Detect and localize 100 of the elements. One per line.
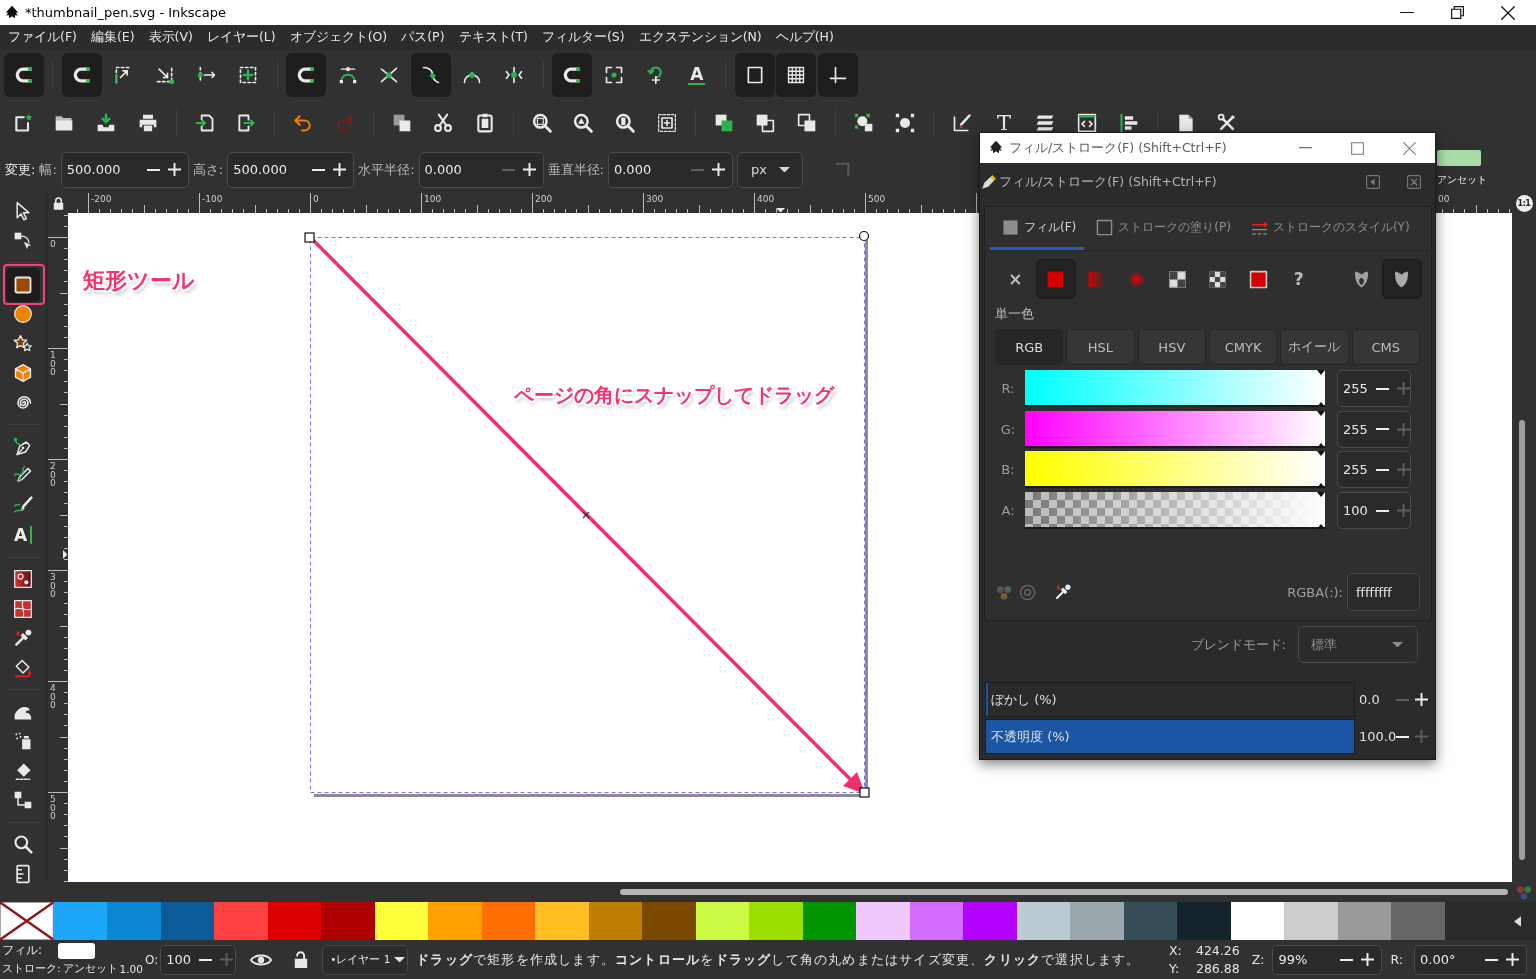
node-dots-icon[interactable] [895,113,916,133]
layers-icon[interactable] [1035,113,1056,133]
swatch-icon[interactable] [267,902,321,940]
connector-icon[interactable] [13,790,33,811]
swatch-icon[interactable] [1016,902,1070,940]
unit-dropdown[interactable]: px [736,151,803,188]
number-field[interactable]: 0.000 [418,151,544,188]
group-icon[interactable] [755,113,776,133]
plus-icon[interactable] [1361,953,1375,966]
maximize-icon[interactable] [1351,141,1364,155]
ring-icon[interactable] [1019,583,1036,601]
minus-icon[interactable] [1375,468,1389,471]
arrow-box-icon[interactable] [1366,175,1380,189]
gradient-icon[interactable] [13,569,33,590]
number-field[interactable]: 100 [160,944,237,975]
printer-icon[interactable] [137,113,158,133]
plus-icon[interactable] [333,163,347,176]
scissors-icon[interactable] [433,113,454,133]
color-circles-icon[interactable] [1515,884,1533,900]
swatch-icon[interactable] [214,902,268,940]
swatch-icon[interactable] [321,902,375,940]
number-field[interactable]: 255 [1337,370,1411,407]
plus-icon[interactable] [1506,953,1519,966]
slider-thumb[interactable] [1317,492,1325,530]
snap-toggle-button[interactable] [3,53,44,97]
blend-mode-dropdown[interactable]: 標準 [1298,626,1418,663]
spray-can-icon[interactable] [13,731,33,752]
swatch-icon[interactable] [428,902,482,940]
minus-icon[interactable] [1485,958,1498,961]
swatch-icon[interactable] [749,902,803,940]
swatch-icon[interactable] [695,902,749,940]
swatch-icon[interactable] [481,902,535,940]
crossed-swatch-icon[interactable] [0,902,54,940]
menu-item[interactable]: 編集(E) [83,29,142,46]
dropper-icon[interactable] [1054,583,1072,601]
tab[interactable]: ストロークのスタイル(Y) [1238,207,1418,250]
swatch-icon[interactable] [909,902,963,940]
swatch-icon[interactable] [856,902,910,940]
paint-bucket-icon[interactable] [13,657,33,678]
plus-icon[interactable] [711,163,725,176]
brush-frame-icon[interactable] [952,113,973,133]
export-icon[interactable] [236,113,257,133]
new-document-icon[interactable] [12,113,33,133]
swatch-icon[interactable] [1177,902,1231,940]
corner-dot-icon[interactable] [154,65,175,85]
layer-dropdown[interactable]: •レイヤー 1 [322,944,409,975]
align-left-icon[interactable] [1118,113,1139,133]
download-icon[interactable] [96,113,116,133]
color-mode-tab[interactable]: HSL [1066,329,1135,365]
ungroup-icon[interactable] [796,113,817,133]
menu-item[interactable]: 表示(V) [141,29,200,46]
plus-icon[interactable] [1415,693,1428,706]
clipboard-icon[interactable] [474,113,495,133]
style-swatch-icon[interactable] [1437,150,1481,166]
swatch-icon[interactable] [1337,902,1391,940]
menu-item[interactable]: ファイル(F) [1,29,84,46]
color-mode-tab[interactable]: CMS [1351,329,1420,365]
copy-icon[interactable] [391,113,412,133]
stacked-squares-icon[interactable] [713,113,734,133]
import-icon[interactable] [194,113,215,133]
pointer-icon[interactable] [13,201,33,221]
tab[interactable]: ストロークの塗り(P) [1084,207,1239,250]
channel-slider[interactable] [1025,410,1325,448]
restore-icon[interactable] [1451,6,1464,19]
curve-nodes-icon[interactable] [337,65,358,85]
swatch-icon[interactable] [374,902,428,940]
color-mode-tab[interactable]: ホイール [1280,329,1349,365]
minus-icon[interactable] [146,168,160,171]
minus-icon[interactable] [1375,428,1389,431]
swatch-icon[interactable] [1248,269,1268,289]
folder-icon[interactable] [54,113,75,133]
triangle-left-icon[interactable] [1514,915,1521,927]
swatch-icon[interactable] [1230,902,1284,940]
swatch-icon[interactable] [963,902,1017,940]
cross-icon[interactable]: × [1008,270,1023,288]
corner-handle[interactable] [859,787,870,798]
snap-toggle-button[interactable] [286,53,327,97]
number-field[interactable]: 255 [1337,451,1411,489]
ruler-icon[interactable] [13,863,33,884]
swatch-icon[interactable] [58,942,95,959]
swatch-icon[interactable] [802,902,856,940]
snap-toggle-button[interactable] [552,53,593,97]
slider-thumb[interactable] [1317,370,1325,407]
minus-icon[interactable] [1340,958,1354,961]
minus-icon[interactable] [1375,509,1389,512]
channel-slider[interactable] [1025,451,1325,489]
star-icon[interactable] [13,333,33,354]
menu-item[interactable]: フィルター(S) [534,29,632,46]
magnifier-icon[interactable] [13,834,33,855]
menu-item[interactable]: テキスト(T) [451,29,535,46]
zoom-drawing-icon[interactable] [573,113,594,133]
opacity-slider[interactable]: 不透明度 (%) [985,719,1355,754]
close-box-icon[interactable] [1407,175,1421,189]
snap-toggle-button[interactable] [61,53,102,97]
checker-icon[interactable] [1167,269,1187,289]
menu-item[interactable]: オブジェクト(O) [282,29,395,46]
mesh-icon[interactable] [13,598,33,619]
number-field[interactable]: 500.000 [227,151,355,188]
channel-slider[interactable] [1025,492,1325,530]
fit-frame-icon[interactable] [656,113,677,133]
